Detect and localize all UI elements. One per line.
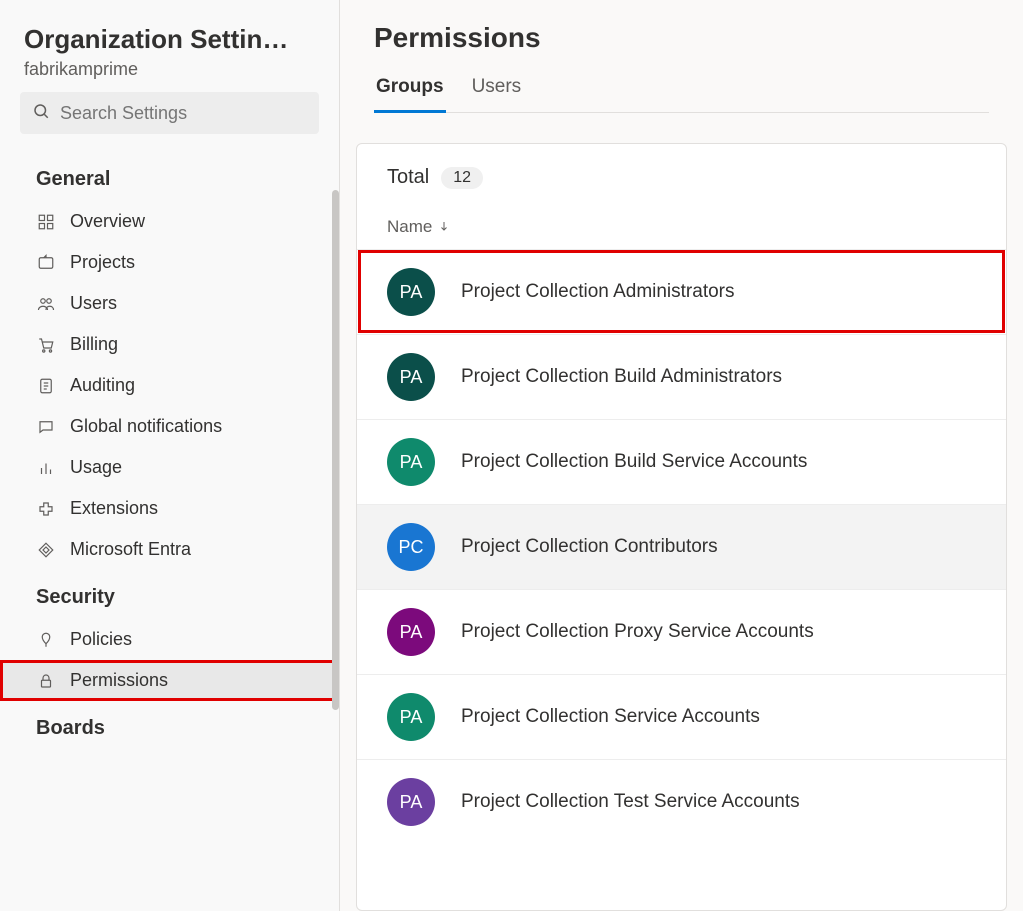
group-rows: PA Project Collection Administrators PA Pro… — [357, 249, 1006, 910]
sidebar-item-label: Extensions — [70, 498, 158, 519]
sidebar-item-extensions[interactable]: Extensions — [0, 488, 339, 529]
total-label: Total — [387, 166, 429, 189]
search-input[interactable] — [60, 103, 307, 124]
sidebar-item-label: Global notifications — [70, 416, 222, 437]
org-name: fabrikamprime — [24, 59, 315, 80]
total-count: 12 — [441, 167, 483, 189]
sidebar-item-label: Users — [70, 293, 117, 314]
sidebar-item-permissions[interactable]: Permissions — [0, 660, 339, 701]
billing-icon — [36, 335, 56, 355]
sidebar-item-users[interactable]: Users — [0, 283, 339, 324]
sidebar-item-label: Microsoft Entra — [70, 539, 191, 560]
group-row[interactable]: PA Project Collection Build Administrator… — [357, 334, 1006, 419]
panel-top: Total 12 — [357, 144, 1006, 199]
sidebar-item-label: Policies — [70, 629, 132, 650]
main-header: Permissions Groups Users — [340, 0, 1023, 113]
avatar: PC — [387, 523, 435, 571]
sidebar-item-billing[interactable]: Billing — [0, 324, 339, 365]
app-root: Organization Settin… fabrikamprime Gener… — [0, 0, 1023, 911]
group-row[interactable]: PA Project Collection Administrators — [357, 249, 1006, 334]
sidebar-item-usage[interactable]: Usage — [0, 447, 339, 488]
search-settings[interactable] — [20, 92, 319, 134]
avatar: PA — [387, 353, 435, 401]
sidebar-nav: General Overview Projects Users — [0, 142, 339, 750]
main-content: Permissions Groups Users Total 12 Name P… — [340, 0, 1023, 911]
group-name: Project Collection Build Service Account… — [461, 451, 807, 473]
users-icon — [36, 294, 56, 314]
groups-panel: Total 12 Name PA Project Collection Admin… — [356, 143, 1007, 911]
group-row[interactable]: PA Project Collection Test Service Accoun… — [357, 759, 1006, 844]
sidebar-item-entra[interactable]: Microsoft Entra — [0, 529, 339, 570]
group-row[interactable]: PA Project Collection Proxy Service Accou… — [357, 589, 1006, 674]
sidebar-item-label: Overview — [70, 211, 145, 232]
search-wrap — [0, 92, 339, 142]
group-name: Project Collection Service Accounts — [461, 706, 760, 728]
sidebar-item-policies[interactable]: Policies — [0, 619, 339, 660]
column-header-name[interactable]: Name — [357, 199, 1006, 249]
sidebar-item-projects[interactable]: Projects — [0, 242, 339, 283]
search-icon — [32, 102, 50, 125]
overview-icon — [36, 212, 56, 232]
column-header-label: Name — [387, 217, 432, 237]
sidebar-header: Organization Settin… fabrikamprime — [0, 0, 339, 92]
sidebar: Organization Settin… fabrikamprime Gener… — [0, 0, 340, 911]
permissions-icon — [36, 671, 56, 691]
main-title: Permissions — [374, 22, 989, 54]
group-row[interactable]: PA Project Collection Build Service Accou… — [357, 419, 1006, 504]
group-name: Project Collection Build Administrators — [461, 366, 782, 388]
extensions-icon — [36, 499, 56, 519]
avatar: PA — [387, 268, 435, 316]
avatar: PA — [387, 778, 435, 826]
group-name: Project Collection Administrators — [461, 281, 735, 303]
policies-icon — [36, 630, 56, 650]
sidebar-item-label: Usage — [70, 457, 122, 478]
auditing-icon — [36, 376, 56, 396]
section-heading-boards: Boards — [0, 701, 339, 750]
page-title: Organization Settin… — [24, 24, 315, 55]
sidebar-item-overview[interactable]: Overview — [0, 201, 339, 242]
tabs: Groups Users — [374, 76, 989, 113]
group-row[interactable]: PA Project Collection Service Accounts — [357, 674, 1006, 759]
group-name: Project Collection Contributors — [461, 536, 718, 558]
section-heading-general: General — [0, 152, 339, 201]
avatar: PA — [387, 608, 435, 656]
section-heading-security: Security — [0, 570, 339, 619]
group-row[interactable]: PC Project Collection Contributors — [357, 504, 1006, 589]
projects-icon — [36, 253, 56, 273]
sidebar-item-notifications[interactable]: Global notifications — [0, 406, 339, 447]
notifications-icon — [36, 417, 56, 437]
tab-groups[interactable]: Groups — [374, 76, 446, 113]
group-name: Project Collection Test Service Accounts — [461, 791, 800, 813]
avatar: PA — [387, 438, 435, 486]
avatar: PA — [387, 693, 435, 741]
sidebar-item-label: Billing — [70, 334, 118, 355]
group-name: Project Collection Proxy Service Account… — [461, 621, 814, 643]
entra-icon — [36, 540, 56, 560]
tab-users[interactable]: Users — [470, 76, 524, 112]
sort-arrow-icon — [438, 217, 450, 237]
sidebar-item-label: Permissions — [70, 670, 168, 691]
sidebar-scrollbar[interactable] — [332, 190, 339, 710]
sidebar-item-auditing[interactable]: Auditing — [0, 365, 339, 406]
sidebar-item-label: Auditing — [70, 375, 135, 396]
sidebar-item-label: Projects — [70, 252, 135, 273]
usage-icon — [36, 458, 56, 478]
